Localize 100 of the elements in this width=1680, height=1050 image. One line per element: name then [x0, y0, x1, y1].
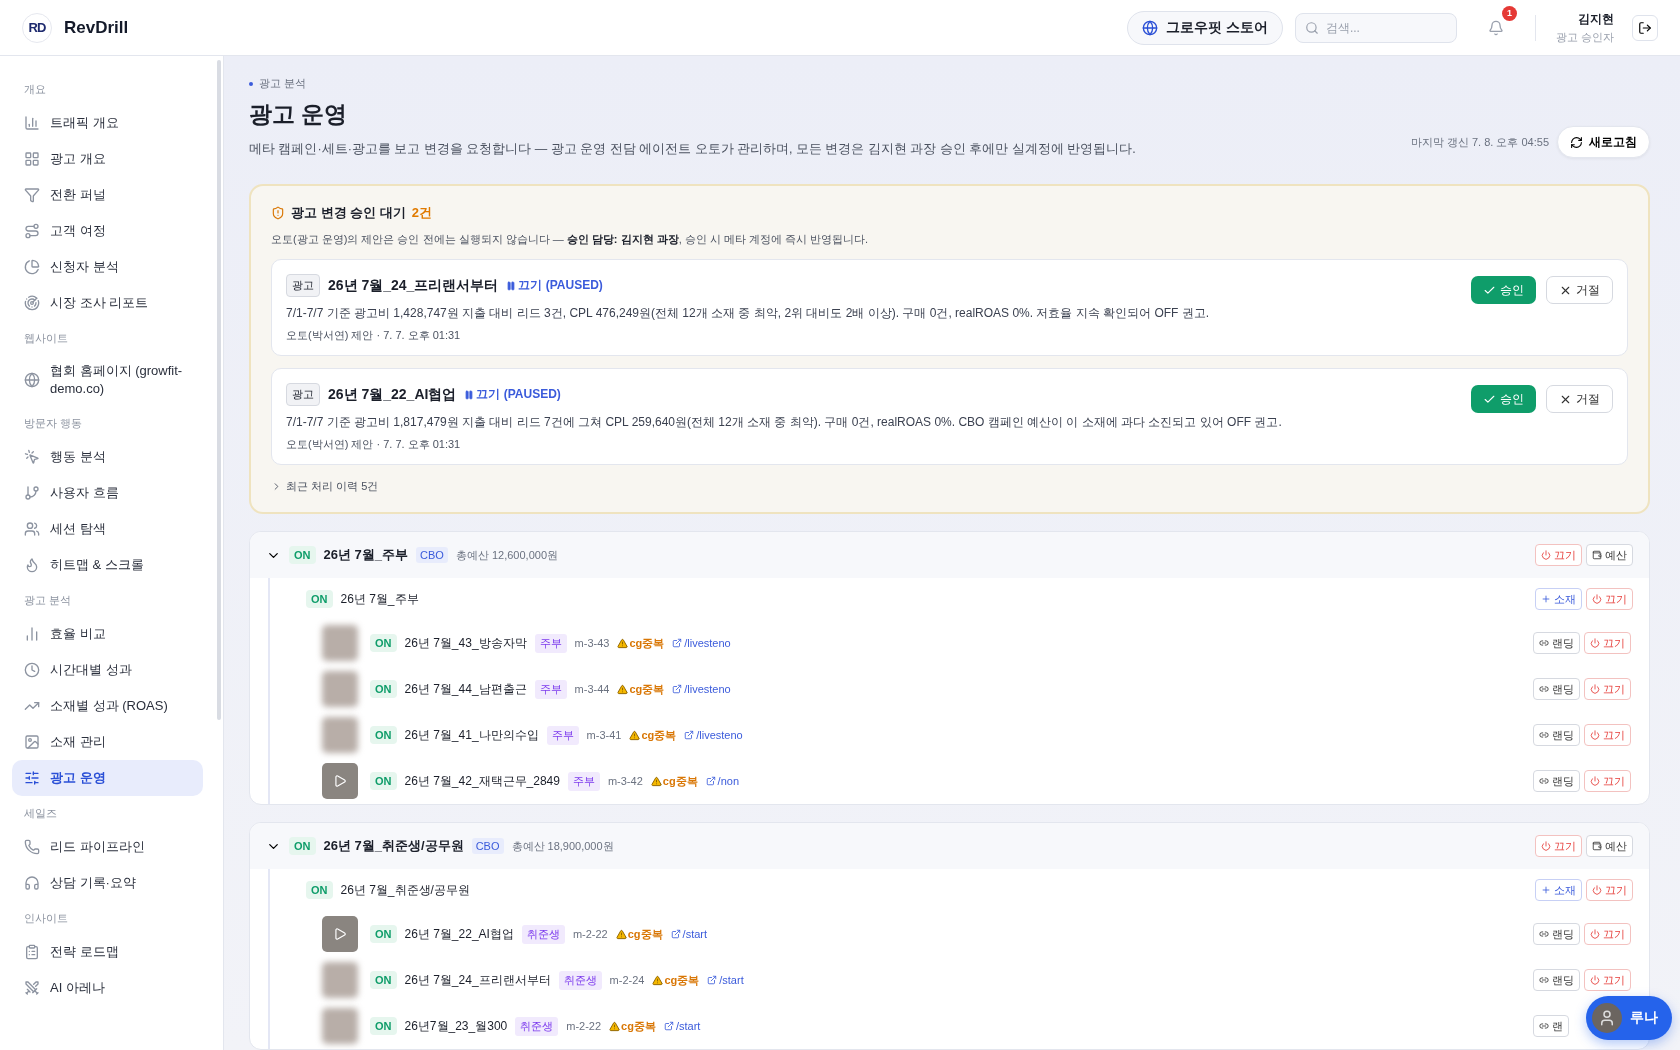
landing-link[interactable]: /livesteno: [684, 729, 743, 741]
landing-link[interactable]: /start: [670, 928, 708, 940]
proposal-meta: 오토(박서연) 제안 · 7. 7. 오후 01:31: [286, 328, 462, 343]
segment-tag: 취준생: [515, 1016, 559, 1036]
nav-icon: [24, 770, 40, 787]
sidebar-item[interactable]: 세션 탐색: [12, 511, 203, 548]
scrollbar[interactable]: [217, 60, 221, 720]
external-link-icon: [663, 1021, 674, 1031]
campaign-name: 26년 7월_취준생/공무원: [323, 837, 464, 855]
off-button[interactable]: 끄기: [1535, 835, 1582, 857]
off-button[interactable]: 끄기: [1535, 544, 1582, 566]
page-description: 메타 캠페인·세트·광고를 보고 변경을 요청합니다 — 광고 운영 전담 에이전트 오토가 관리하며, 모든 변경은 김지현 과장 승인 후에만 실계정에 반영됩니다.: [249, 141, 1136, 158]
off-button[interactable]: 끄기: [1584, 923, 1631, 945]
nav-icon: [24, 449, 40, 466]
notification-badge: 1: [1501, 5, 1517, 21]
power-icon: [1590, 730, 1600, 740]
external-link-icon: [672, 684, 683, 694]
landing-link[interactable]: /start: [663, 1020, 701, 1032]
brand-name: RevDrill: [64, 17, 129, 38]
sidebar-item[interactable]: 신청자 분석: [12, 249, 203, 285]
warning-icon: [629, 729, 641, 741]
off-button[interactable]: 끄기: [1584, 724, 1631, 746]
link-icon: [1539, 638, 1549, 648]
nav-icon: [24, 485, 40, 502]
play-icon: [333, 927, 347, 941]
landing-link[interactable]: /livesteno: [672, 637, 731, 649]
reject-button[interactable]: 거절: [1546, 385, 1613, 413]
link-icon: [1539, 684, 1549, 694]
status-tag: ON: [370, 680, 397, 698]
sidebar-item[interactable]: AI 아레나: [12, 970, 203, 1007]
campaign-budget: 총예산 18,900,000원: [511, 838, 614, 854]
video-thumbnail[interactable]: [322, 763, 358, 799]
status-tag: ON: [370, 1017, 397, 1035]
pause-icon: [506, 280, 517, 291]
section-title: 인사이트: [23, 911, 69, 927]
off-button[interactable]: 끄기: [1584, 678, 1631, 700]
approval-description: 오토(광고 운영)의 제안은 승인 전에는 실행되지 않습니다 — 승인 담당: 김지현 과장, 승인 시 메타 계정에 즉시 반영됩니다.: [271, 232, 870, 247]
approval-title: 광고 변경 승인 대기: [291, 204, 406, 222]
segment-tag: 주부: [534, 633, 567, 653]
adset-name: 26년 7월_취준생/공무원: [340, 881, 470, 899]
off-button[interactable]: 끄기: [1586, 879, 1633, 901]
ad-code: m-2-24: [609, 974, 645, 986]
sidebar-item[interactable]: 트래픽 개요: [12, 105, 203, 141]
warning-icon: [652, 974, 664, 986]
sidebar-item[interactable]: 전략 로드맵: [12, 934, 203, 971]
landing-button[interactable]: 랜딩: [1533, 969, 1580, 991]
sidebar-item[interactable]: 소재별 성과 (ROAS): [12, 688, 203, 725]
landing-button[interactable]: 랜딩: [1533, 923, 1580, 945]
sidebar-item[interactable]: 소재 관리: [12, 724, 203, 761]
sidebar-item[interactable]: 상담 기록·요약: [12, 865, 203, 902]
budget-button[interactable]: 예산: [1586, 835, 1633, 857]
sidebar-item[interactable]: 시간대별 성과: [12, 652, 203, 689]
budget-button[interactable]: 예산: [1586, 544, 1633, 566]
reject-button[interactable]: 거절: [1546, 276, 1613, 304]
video-thumbnail[interactable]: [322, 916, 358, 952]
sidebar-item[interactable]: 사용자 흐름: [12, 475, 203, 512]
nav-icon: [24, 734, 40, 751]
status-tag: ON: [370, 772, 397, 790]
landing-button[interactable]: 랜딩: [1533, 770, 1580, 792]
add-creative-button[interactable]: 소재: [1535, 588, 1582, 610]
history-toggle[interactable]: 최근 처리 이력 5건: [271, 477, 379, 496]
logout-button[interactable]: [1632, 14, 1658, 41]
sidebar-item[interactable]: 고객 여정: [12, 213, 203, 249]
search-field[interactable]: 검색...: [1294, 12, 1457, 43]
off-button[interactable]: 끄기: [1584, 770, 1631, 792]
sidebar-item[interactable]: 히트맵 & 스크롤: [12, 547, 203, 584]
landing-button[interactable]: 랜딩: [1533, 724, 1580, 746]
off-button[interactable]: 끄기: [1584, 632, 1631, 654]
nav-icon: [24, 557, 40, 574]
external-link-icon: [707, 975, 718, 985]
link-icon: [1539, 730, 1549, 740]
notification-icon[interactable]: [1487, 19, 1504, 36]
sidebar-item[interactable]: 협회 홈페이지 (growfit-demo.co): [12, 354, 203, 407]
landing-link[interactable]: /non: [705, 775, 740, 787]
nav-icon: [24, 223, 40, 239]
landing-button[interactable]: 랜: [1533, 1015, 1569, 1037]
sidebar-item[interactable]: 광고 운영: [12, 760, 203, 797]
landing-link[interactable]: /start: [707, 974, 744, 986]
link-icon: [1539, 929, 1549, 939]
external-link-icon: [672, 638, 683, 648]
sidebar-item[interactable]: 효율 비교: [12, 616, 203, 653]
adset-name: 26년 7월_주부: [340, 590, 419, 608]
ad-name: 26년 7월_41_나만의수입: [404, 726, 539, 744]
landing-button[interactable]: 랜딩: [1533, 678, 1580, 700]
sidebar-item[interactable]: 전환 퍼널: [12, 177, 203, 213]
ad-code: m-3-43: [574, 637, 610, 649]
sidebar-item[interactable]: 리드 파이프라인: [12, 829, 203, 866]
add-creative-button[interactable]: 소재: [1535, 879, 1582, 901]
sidebar-item[interactable]: 광고 개요: [12, 141, 203, 177]
chat-button[interactable]: 루나: [1586, 996, 1672, 1040]
off-button[interactable]: 끄기: [1584, 969, 1631, 991]
person-icon: [1598, 1009, 1616, 1027]
off-button[interactable]: 끄기: [1586, 588, 1633, 610]
landing-link[interactable]: /livesteno: [672, 683, 731, 695]
refresh-button[interactable]: 새로고침: [1557, 126, 1650, 158]
warning-icon: [609, 1020, 621, 1032]
store-button[interactable]: 그로우핏 스토어: [1127, 10, 1283, 45]
sidebar-item[interactable]: 행동 분석: [12, 439, 203, 476]
landing-button[interactable]: 랜딩: [1533, 632, 1580, 654]
sidebar-item[interactable]: 시장 조사 리포트: [12, 285, 203, 321]
